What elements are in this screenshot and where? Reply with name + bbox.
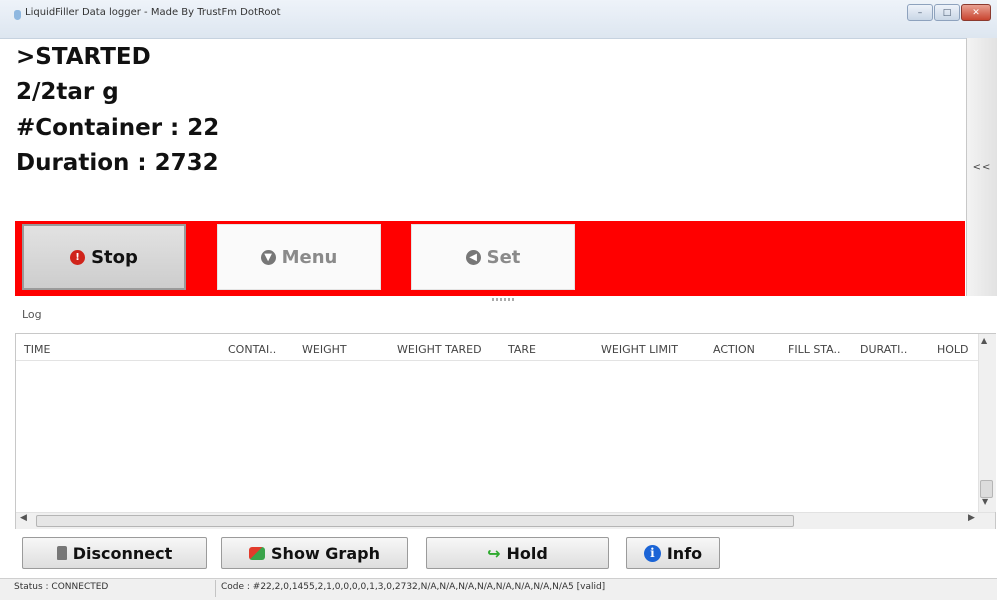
show-graph-button-label: Show Graph [271,543,380,563]
side-collapse-toggle[interactable]: << [966,38,997,296]
column-header-time[interactable]: TIME [24,343,50,356]
scroll-right-icon[interactable]: ▶ [968,513,975,523]
splitter-grip[interactable] [492,298,516,301]
maximize-button[interactable]: □ [934,4,960,21]
disconnect-button[interactable]: Disconnect [22,537,207,569]
graph-icon [249,546,266,560]
power-stop-icon: ! [70,249,86,265]
info-button-label: Info [666,543,703,563]
status-separator [215,580,216,597]
scroll-up-icon[interactable]: ▲ [981,336,987,345]
info-button[interactable]: i Info [626,537,720,569]
log-label: Log [22,308,42,321]
menu-button-label: Menu [281,246,338,268]
code-readout: Code : #22,2,0,1455,2,1,0,0,0,0,1,3,0,27… [221,582,606,592]
menu-arrow-icon: ▼ [260,249,276,265]
scroll-left-icon[interactable]: ◀ [20,513,27,523]
window-title: LiquidFiller Data logger - Made By Trust… [25,7,281,18]
hold-button-label: Hold [506,543,548,563]
status-line-tare: 2/2tar g [16,79,119,105]
app-icon [14,10,21,20]
horizontal-scroll-thumb[interactable] [36,515,794,527]
vertical-scroll-thumb[interactable] [980,480,993,498]
stop-button[interactable]: ! Stop [22,224,186,290]
column-header-duration[interactable]: DURATI.. [860,343,907,356]
minimize-button[interactable]: – [907,4,933,21]
hold-button[interactable]: ↪ Hold [426,537,609,569]
show-graph-button[interactable]: Show Graph [221,537,408,569]
column-header-tare[interactable]: TARE [508,343,536,356]
column-header-weight-tared[interactable]: WEIGHT TARED [397,343,482,356]
set-button[interactable]: ◀ Set [411,224,575,290]
status-line-container: #Container : 22 [16,115,220,141]
stop-button-label: Stop [91,246,138,268]
column-header-weight[interactable]: WEIGHT [302,343,347,356]
column-header-fill-state[interactable]: FILL STA.. [788,343,841,356]
column-header-container[interactable]: CONTAI.. [228,343,276,356]
info-icon: i [643,544,661,562]
scroll-down-icon[interactable]: ▼ [982,497,988,506]
disconnect-button-label: Disconnect [72,543,173,563]
status-line-started: >STARTED [16,44,151,70]
connection-status: Status : CONNECTED [14,582,109,592]
set-button-label: Set [486,246,521,268]
plug-icon [56,546,67,560]
hold-arrow-icon: ↪ [487,543,501,563]
title-bar [0,0,997,39]
close-button[interactable]: ✕ [961,4,991,21]
column-header-action[interactable]: ACTION [713,343,755,356]
set-arrow-icon: ◀ [465,249,481,265]
column-header-hold[interactable]: HOLD [937,343,969,356]
status-line-duration: Duration : 2732 [16,150,219,176]
log-table[interactable] [15,333,996,529]
menu-button[interactable]: ▼ Menu [217,224,381,290]
column-header-weight-limit[interactable]: WEIGHT LIMIT [601,343,678,356]
